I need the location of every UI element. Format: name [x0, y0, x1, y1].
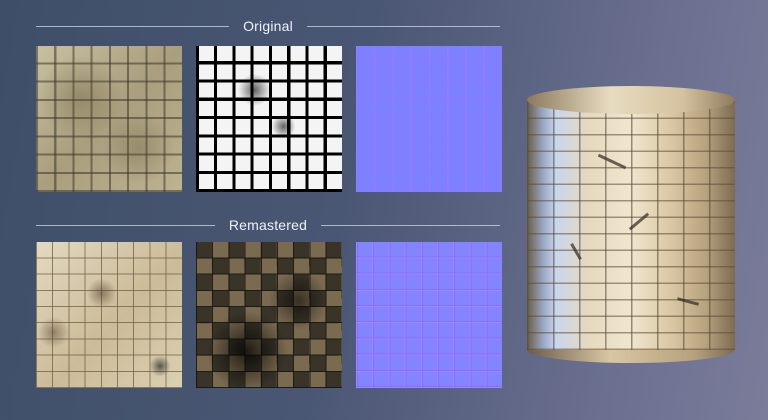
divider-line [36, 224, 215, 226]
cylinder-top [527, 86, 735, 114]
remastered-normal-thumbnail[interactable] [356, 242, 502, 388]
cylinder-body [527, 100, 735, 350]
original-mask-thumbnail[interactable] [196, 46, 342, 192]
remastered-section-title: Remastered [228, 217, 308, 233]
original-albedo-thumbnail[interactable] [36, 46, 182, 192]
divider-line [321, 224, 501, 226]
material-preview-cylinder[interactable] [527, 86, 735, 363]
remastered-albedo-thumbnail[interactable] [36, 242, 182, 388]
original-normal-thumbnail[interactable] [356, 46, 502, 192]
original-section-title: Original [243, 18, 293, 34]
divider-line [36, 25, 230, 27]
divider-line [306, 25, 500, 27]
remastered-ao-thumbnail[interactable] [196, 242, 342, 388]
original-section-header: Original [36, 18, 500, 34]
remastered-section-header: Remastered [36, 217, 501, 233]
